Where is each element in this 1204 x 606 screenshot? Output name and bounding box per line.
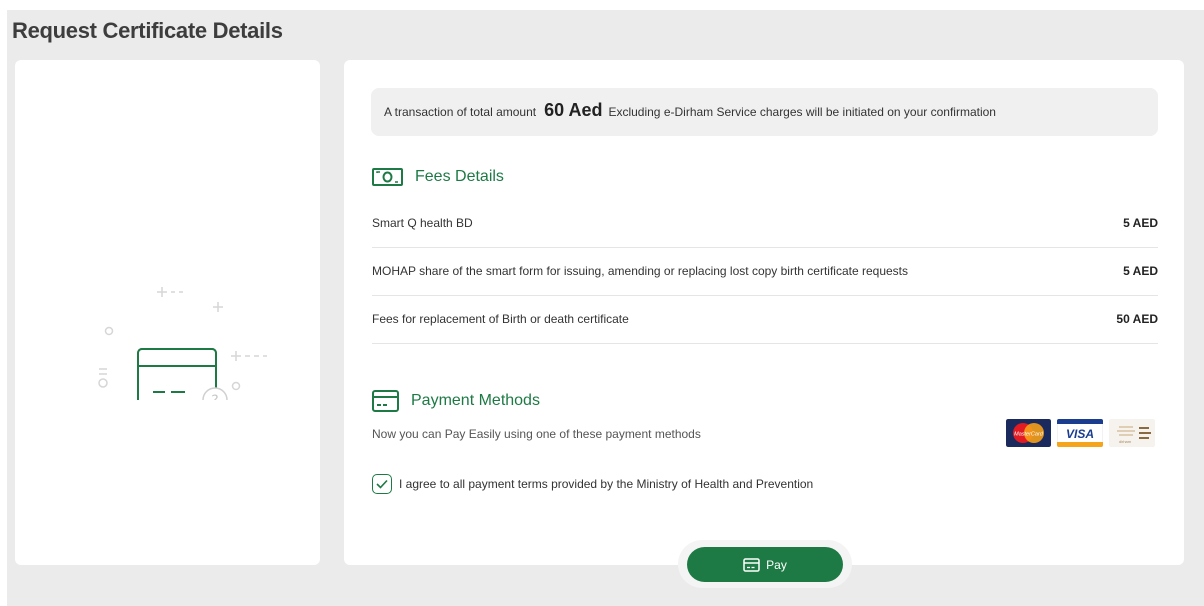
fee-label: Fees for replacement of Birth or death c… xyxy=(372,312,629,326)
notice-amount: 60 Aed xyxy=(544,100,603,120)
visa-logo: VISA xyxy=(1057,419,1103,447)
fee-row: MOHAP share of the smart form for issuin… xyxy=(372,247,1158,296)
terms-checkbox[interactable] xyxy=(372,474,392,494)
svg-text:?: ? xyxy=(211,393,218,400)
notice-prefix: A transaction of total amount xyxy=(384,105,537,119)
pay-button[interactable]: Pay xyxy=(687,547,843,582)
svg-text:MasterCard: MasterCard xyxy=(1014,432,1044,438)
terms-label: I agree to all payment terms provided by… xyxy=(399,477,814,491)
payment-logos: MasterCard VISA dirham xyxy=(1006,419,1155,447)
illustration-card: ? xyxy=(15,60,320,565)
fee-amount: 5 AED xyxy=(1123,216,1158,230)
fee-row: Smart Q health BD 5 AED xyxy=(372,199,1158,248)
fee-row: Fees for replacement of Birth or death c… xyxy=(372,295,1158,344)
notice-suffix: Excluding e-Dirham Service charges will … xyxy=(608,105,996,119)
money-icon xyxy=(372,168,403,186)
check-icon xyxy=(376,479,388,489)
terms-agreement[interactable]: I agree to all payment terms provided by… xyxy=(372,474,813,494)
payment-card-illustration-icon: ? xyxy=(98,287,267,400)
fee-label: MOHAP share of the smart form for issuin… xyxy=(372,264,909,278)
card-icon xyxy=(743,557,760,572)
pay-label: Pay xyxy=(766,557,787,572)
fees-details-heading: Fees Details xyxy=(372,167,504,187)
mastercard-logo: MasterCard xyxy=(1006,419,1051,447)
fee-amount: 5 AED xyxy=(1123,264,1158,278)
fee-label: Smart Q health BD xyxy=(372,216,473,230)
card-icon xyxy=(372,390,399,412)
payment-methods-description: Now you can Pay Easily using one of thes… xyxy=(372,427,701,441)
page-title: Request Certificate Details xyxy=(12,18,283,43)
payment-methods-title: Payment Methods xyxy=(411,392,540,409)
svg-text:VISA: VISA xyxy=(1066,427,1094,441)
payment-methods-heading: Payment Methods xyxy=(372,390,540,412)
svg-text:dirham: dirham xyxy=(1119,439,1132,444)
fees-details-title: Fees Details xyxy=(415,168,504,185)
transaction-notice: A transaction of total amount 60 Aed Exc… xyxy=(371,88,1158,136)
edirham-logo: dirham xyxy=(1109,419,1155,447)
fee-amount: 50 AED xyxy=(1116,312,1158,326)
